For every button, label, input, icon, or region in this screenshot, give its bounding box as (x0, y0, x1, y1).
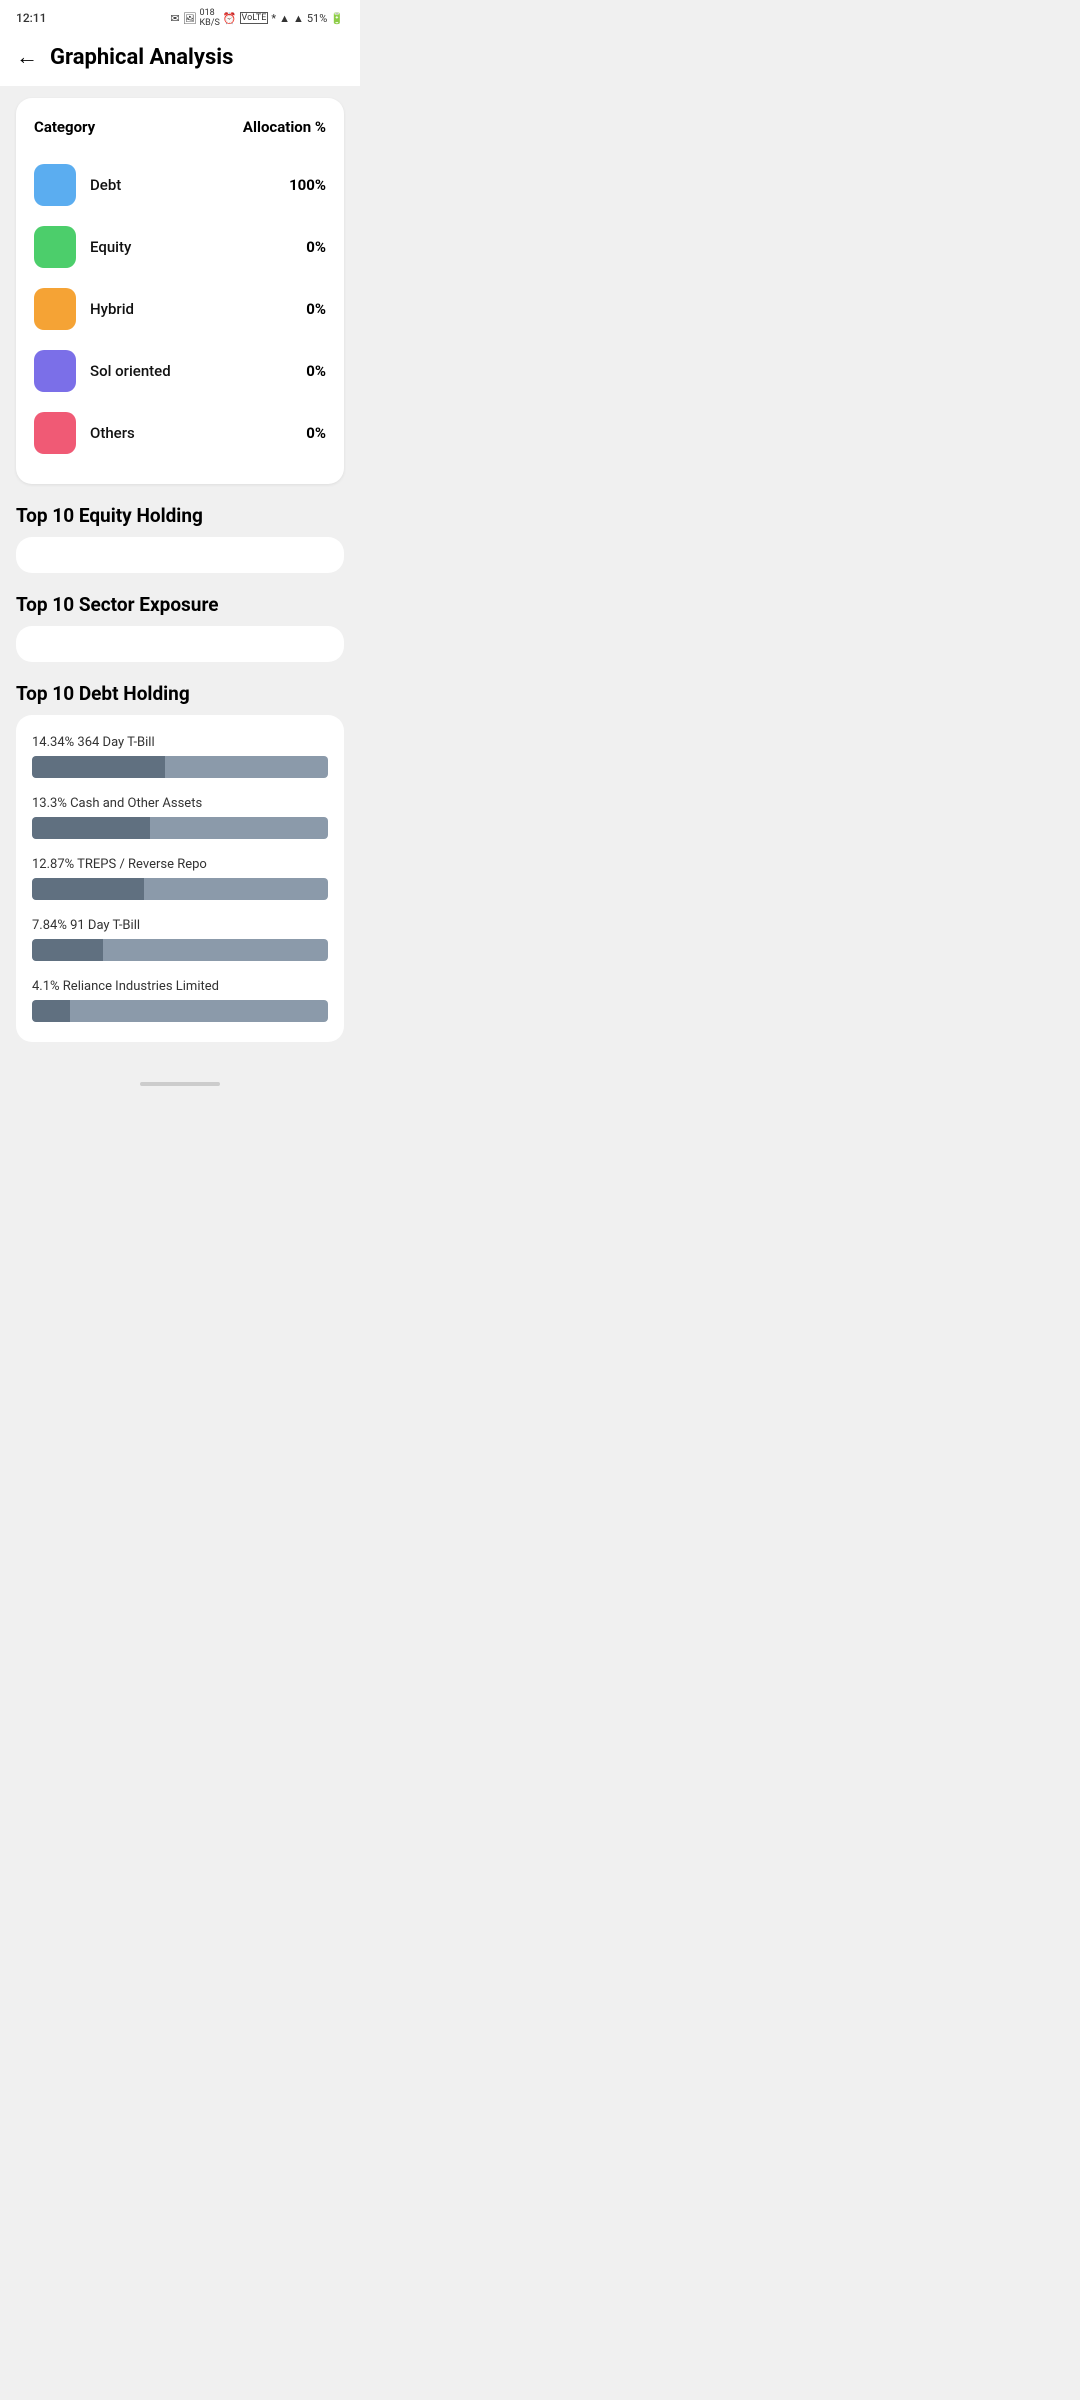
category-left: Hybrid (34, 288, 134, 330)
debt-item: 4.1% Reliance Industries Limited (32, 979, 328, 1022)
debt-item: 12.87% TREPS / Reverse Repo (32, 857, 328, 900)
bluetooth-icon: * (271, 12, 276, 25)
category-percent: 0% (306, 362, 326, 380)
data-speed: 018KB/S (200, 8, 220, 28)
image-icon: 🖼 (183, 12, 197, 25)
category-swatch (34, 412, 76, 454)
status-bar: 12:11 ✉ 🖼 018KB/S ⏰ VoLTE * ▲ ▲ 51% 🔋 (0, 0, 360, 32)
debt-bar-container (32, 1000, 328, 1022)
debt-label: 13.3% Cash and Other Assets (32, 796, 328, 811)
equity-section: Top 10 Equity Holding (16, 504, 344, 573)
debt-bar-fill (32, 1000, 70, 1022)
category-swatch (34, 226, 76, 268)
category-left: Equity (34, 226, 131, 268)
debt-item: 14.34% 364 Day T-Bill (32, 735, 328, 778)
debt-bar-container (32, 756, 328, 778)
main-content: Category Allocation % Debt 100% Equity 0… (0, 86, 360, 1074)
back-button[interactable]: ← (16, 44, 38, 70)
equity-heading: Top 10 Equity Holding (16, 504, 344, 527)
category-percent: 100% (289, 176, 326, 194)
debt-bar-fill (32, 878, 144, 900)
col-header-allocation: Allocation % (243, 118, 326, 136)
category-name: Others (90, 424, 135, 442)
category-row: Equity 0% (34, 216, 326, 278)
status-icons: ✉ 🖼 018KB/S ⏰ VoLTE * ▲ ▲ 51% 🔋 (170, 8, 344, 28)
page-title: Graphical Analysis (50, 45, 233, 70)
battery-pct: 51% (307, 12, 327, 25)
category-percent: 0% (306, 300, 326, 318)
category-name: Sol oriented (90, 362, 171, 380)
sector-section: Top 10 Sector Exposure (16, 593, 344, 662)
equity-card (16, 537, 344, 573)
debt-item: 13.3% Cash and Other Assets (32, 796, 328, 839)
debt-bar-fill (32, 756, 165, 778)
sector-heading: Top 10 Sector Exposure (16, 593, 344, 616)
debt-label: 14.34% 364 Day T-Bill (32, 735, 328, 750)
debt-bar-container (32, 939, 328, 961)
debt-label: 12.87% TREPS / Reverse Repo (32, 857, 328, 872)
debt-bar-container (32, 878, 328, 900)
category-row: Hybrid 0% (34, 278, 326, 340)
category-percent: 0% (306, 238, 326, 256)
debt-card: 14.34% 364 Day T-Bill 13.3% Cash and Oth… (16, 715, 344, 1042)
status-time: 12:11 (16, 11, 46, 25)
category-swatch (34, 164, 76, 206)
category-percent: 0% (306, 424, 326, 442)
category-swatch (34, 350, 76, 392)
debt-section: Top 10 Debt Holding 14.34% 364 Day T-Bil… (16, 682, 344, 1042)
category-card: Category Allocation % Debt 100% Equity 0… (16, 98, 344, 484)
category-header: Category Allocation % (34, 118, 326, 136)
scroll-bar (140, 1082, 220, 1086)
category-left: Debt (34, 164, 121, 206)
category-row: Sol oriented 0% (34, 340, 326, 402)
debt-heading: Top 10 Debt Holding (16, 682, 344, 705)
sector-card (16, 626, 344, 662)
signal-icon: ▲ (293, 12, 304, 25)
category-name: Equity (90, 238, 131, 256)
debt-item: 7.84% 91 Day T-Bill (32, 918, 328, 961)
category-row: Debt 100% (34, 154, 326, 216)
battery-icon: 🔋 (330, 12, 344, 25)
category-left: Sol oriented (34, 350, 171, 392)
alarm-icon: ⏰ (223, 12, 237, 25)
category-swatch (34, 288, 76, 330)
mail-icon: ✉ (170, 12, 179, 25)
wifi-icon: ▲ (279, 12, 290, 25)
debt-rows: 14.34% 364 Day T-Bill 13.3% Cash and Oth… (32, 735, 328, 1022)
category-name: Debt (90, 176, 121, 194)
debt-bar-fill (32, 817, 150, 839)
volte-icon: VoLTE (240, 12, 269, 24)
category-name: Hybrid (90, 300, 134, 318)
debt-bar-fill (32, 939, 103, 961)
debt-label: 7.84% 91 Day T-Bill (32, 918, 328, 933)
category-rows: Debt 100% Equity 0% Hybrid 0% Sol orient… (34, 154, 326, 464)
category-row: Others 0% (34, 402, 326, 464)
debt-label: 4.1% Reliance Industries Limited (32, 979, 328, 994)
category-left: Others (34, 412, 135, 454)
page-header: ← Graphical Analysis (0, 32, 360, 86)
scroll-indicator (0, 1074, 360, 1090)
col-header-category: Category (34, 118, 95, 136)
debt-bar-container (32, 817, 328, 839)
